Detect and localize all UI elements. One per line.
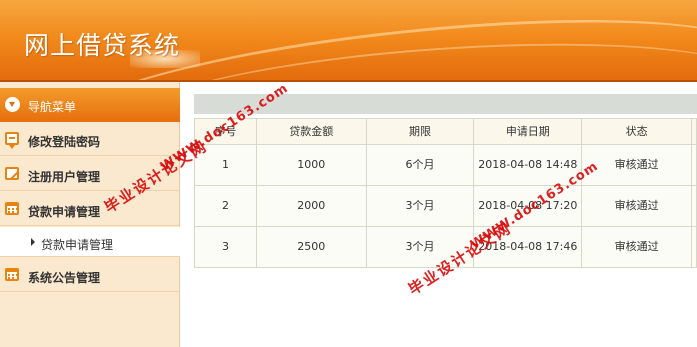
sidebar-item-label: 贷款申请管理 (28, 205, 101, 219)
cell-extra (690, 144, 697, 186)
column-header: 期限 (365, 118, 475, 145)
edit-icon (5, 167, 19, 180)
cell-extra (690, 185, 697, 227)
loan-table: 序号 贷款金额 期限 申请日期 状态 1 1000 6个月 2018-04-08… (194, 118, 697, 268)
column-header: 申请日期 (473, 118, 583, 145)
sidebar-item-announcements[interactable]: 系统公告管理 (0, 258, 180, 292)
sidebar: 导航菜单 修改登陆密码 注册用户管理 贷款申请管理 贷款申请管理 系统公告管理 (0, 82, 180, 347)
cell-amount: 2500 (255, 226, 367, 268)
table-header-row: 序号 贷款金额 期限 申请日期 状态 (194, 118, 697, 145)
sidebar-item-label: 修改登陆密码 (28, 135, 101, 149)
cell-status: 审核通过 (581, 144, 692, 186)
sidebar-item-change-password[interactable]: 修改登陆密码 (0, 122, 180, 156)
cell-no: 3 (194, 226, 257, 268)
nav-menu-header-label: 导航菜单 (28, 100, 77, 114)
main-content: 序号 贷款金额 期限 申请日期 状态 1 1000 6个月 2018-04-08… (181, 82, 697, 347)
cell-amount: 2000 (255, 185, 367, 227)
sidebar-item-loan-applications[interactable]: 贷款申请管理 (0, 192, 180, 226)
column-header: 状态 (581, 118, 692, 145)
speech-bubble-icon (5, 132, 19, 149)
sidebar-item-label: 系统公告管理 (28, 271, 101, 285)
table-row[interactable]: 1 1000 6个月 2018-04-08 14:48 审核通过 (194, 144, 697, 186)
column-header: 贷款金额 (255, 118, 367, 145)
app-title: 网上借贷系统 (24, 31, 181, 60)
cell-status: 审核通过 (581, 185, 692, 227)
cell-amount: 1000 (255, 144, 367, 186)
chevron-down-icon (5, 97, 20, 112)
nav-menu-header[interactable]: 导航菜单 (0, 88, 180, 122)
sidebar-item-label: 注册用户管理 (28, 170, 101, 184)
table-row[interactable]: 2 2000 3个月 2018-04-08 17:20 审核通过 (194, 185, 697, 227)
cell-term: 6个月 (365, 144, 475, 186)
submenu-item-loan-applications[interactable]: 贷款申请管理 (0, 227, 180, 257)
submenu-item-label: 贷款申请管理 (41, 238, 114, 252)
header-banner: 网上借贷系统 (0, 0, 697, 82)
column-header-extra (690, 118, 697, 145)
caret-right-icon (31, 238, 35, 246)
calendar-icon (5, 202, 19, 215)
calendar-icon (5, 268, 19, 281)
cell-extra (690, 226, 697, 268)
cell-status: 审核通过 (581, 226, 692, 268)
cell-no: 2 (194, 185, 257, 227)
cell-term: 3个月 (365, 185, 475, 227)
